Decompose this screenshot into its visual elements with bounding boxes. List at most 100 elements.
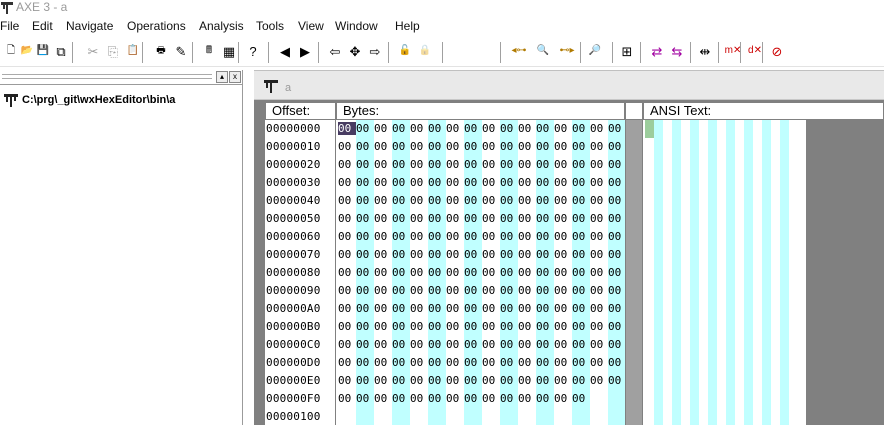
byte-cell[interactable]: 00	[356, 302, 374, 315]
byte-cell[interactable]: 00	[338, 176, 356, 189]
menu-view[interactable]: View	[298, 19, 324, 33]
byte-cell[interactable]: 00	[608, 302, 626, 315]
byte-cell[interactable]: 00	[500, 284, 518, 297]
byte-cell[interactable]: 00	[374, 230, 392, 243]
byte-cell[interactable]: 00	[518, 302, 536, 315]
byte-cell[interactable]: 00	[536, 356, 554, 369]
byte-cell[interactable]: 00	[482, 194, 500, 207]
byte-cell[interactable]: 00	[500, 356, 518, 369]
byte-cell[interactable]: 00	[410, 392, 428, 405]
byte-cell[interactable]: 00	[374, 212, 392, 225]
byte-cell[interactable]: 00	[410, 158, 428, 171]
byte-cell[interactable]: 00	[518, 338, 536, 351]
byte-cell[interactable]: 00	[554, 158, 572, 171]
byte-cell[interactable]: 00	[500, 266, 518, 279]
byte-cell[interactable]: 00	[392, 158, 410, 171]
compare-button[interactable]: ⇄	[648, 41, 666, 61]
byte-cell[interactable]: 00	[392, 320, 410, 333]
save-button[interactable]: 💾	[34, 41, 52, 61]
menu-operations[interactable]: Operations	[127, 19, 186, 33]
byte-cell[interactable]: 00	[410, 284, 428, 297]
byte-cell[interactable]: 00	[482, 248, 500, 261]
byte-cell[interactable]: 00	[392, 284, 410, 297]
byte-cell[interactable]: 00	[608, 320, 626, 333]
byte-cell[interactable]: 00	[428, 176, 446, 189]
split-button[interactable]: ⇹	[696, 41, 714, 61]
byte-cell[interactable]: 00	[446, 212, 464, 225]
menu-tools[interactable]: Tools	[256, 19, 284, 33]
byte-cell[interactable]: 00	[446, 230, 464, 243]
byte-cell[interactable]: 00	[392, 248, 410, 261]
byte-cell[interactable]: 00	[338, 230, 356, 243]
byte-cell[interactable]: 00	[356, 266, 374, 279]
byte-cell[interactable]: 00	[338, 266, 356, 279]
byte-cell[interactable]: 00	[392, 266, 410, 279]
byte-cell[interactable]: 00	[608, 338, 626, 351]
structure-button[interactable]: ⊞	[618, 41, 636, 61]
byte-cell[interactable]: 00	[446, 194, 464, 207]
byte-cell[interactable]: 00	[500, 194, 518, 207]
lock-open-button[interactable]: 🔓	[396, 41, 414, 61]
byte-cell[interactable]: 00	[428, 374, 446, 387]
byte-cell[interactable]: 00	[338, 212, 356, 225]
byte-cell[interactable]: 00	[428, 140, 446, 153]
byte-cell[interactable]: 00	[572, 266, 590, 279]
byte-cell[interactable]: 00	[482, 320, 500, 333]
byte-cell[interactable]: 00	[608, 194, 626, 207]
byte-cell[interactable]: 00	[428, 212, 446, 225]
menu-navigate[interactable]: Navigate	[66, 19, 113, 33]
byte-cell[interactable]: 00	[536, 194, 554, 207]
menu-edit[interactable]: Edit	[32, 19, 53, 33]
hex-view[interactable]: Offset: Bytes: ANSI Text: 00000000 000000…	[265, 102, 884, 425]
byte-cell[interactable]: 00	[374, 320, 392, 333]
byte-cell[interactable]: 00	[464, 284, 482, 297]
byte-cell[interactable]: 00	[446, 284, 464, 297]
byte-cell[interactable]: 00	[356, 392, 374, 405]
byte-cell[interactable]: 00	[428, 356, 446, 369]
byte-cell[interactable]: 00	[428, 392, 446, 405]
calculator-button[interactable]: 🖩	[200, 41, 218, 61]
byte-cell[interactable]: 00	[356, 140, 374, 153]
byte-cell[interactable]: 00	[608, 176, 626, 189]
byte-cell[interactable]: 00	[590, 284, 608, 297]
byte-cell[interactable]: 00	[464, 266, 482, 279]
byte-cell[interactable]: 00	[590, 248, 608, 261]
byte-cell[interactable]: 00	[356, 374, 374, 387]
byte-cell[interactable]: 00	[410, 140, 428, 153]
byte-cell[interactable]: 00	[482, 176, 500, 189]
byte-cell[interactable]: 00	[572, 248, 590, 261]
byte-cell[interactable]: 00	[554, 284, 572, 297]
byte-cell[interactable]: 00	[392, 374, 410, 387]
paste-button[interactable]: 📋	[124, 41, 142, 61]
byte-cell[interactable]: 00	[356, 176, 374, 189]
byte-cell[interactable]: 00	[410, 212, 428, 225]
byte-cell[interactable]: 00	[392, 338, 410, 351]
byte-cell[interactable]: 00	[554, 194, 572, 207]
print-button[interactable]: 🖶	[152, 41, 170, 61]
byte-cell[interactable]: 00	[374, 374, 392, 387]
byte-cell[interactable]: 00	[590, 194, 608, 207]
byte-cell[interactable]: 00	[608, 374, 626, 387]
byte-cell[interactable]: 00	[590, 320, 608, 333]
byte-cell[interactable]: 00	[446, 302, 464, 315]
byte-cell[interactable]: 00	[464, 356, 482, 369]
byte-cell[interactable]: 00	[554, 140, 572, 153]
mark-delete-button[interactable]: m✕	[724, 41, 742, 61]
spreadsheet-button[interactable]: ▦	[220, 41, 238, 61]
byte-cell[interactable]: 00	[536, 122, 554, 135]
byte-cell[interactable]: 00	[518, 230, 536, 243]
byte-cell[interactable]: 00	[608, 212, 626, 225]
byte-cell[interactable]: 00	[374, 176, 392, 189]
byte-cell[interactable]: 00	[392, 392, 410, 405]
byte-cell[interactable]: 00	[554, 356, 572, 369]
byte-cell[interactable]: 00	[518, 212, 536, 225]
bytes-column[interactable]: 00 00 00 00 00 00 00 00 00 00 00 00 00 00 00 00 00 00 00 00…	[336, 120, 626, 425]
byte-cell[interactable]: 00	[554, 392, 572, 405]
byte-cell[interactable]: 00	[410, 176, 428, 189]
previous-button[interactable]: ◀	[276, 41, 294, 61]
byte-cell[interactable]: 00	[500, 230, 518, 243]
byte-cell[interactable]: 00	[536, 212, 554, 225]
byte-cell[interactable]: 00	[464, 320, 482, 333]
byte-cell[interactable]: 00	[500, 302, 518, 315]
byte-cell[interactable]: 00	[518, 140, 536, 153]
